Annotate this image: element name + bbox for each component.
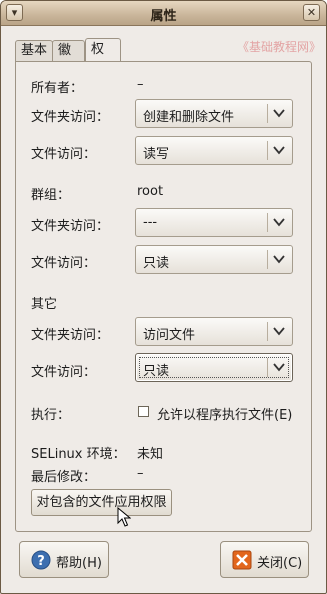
mouse-cursor-icon bbox=[117, 507, 131, 527]
chevron-down-icon bbox=[273, 327, 285, 336]
combo-separator bbox=[267, 250, 268, 269]
last-modified-value: – bbox=[137, 466, 144, 481]
owner-folder-access-dropdown[interactable]: 创建和删除文件 bbox=[135, 99, 293, 128]
owner-folder-access-value: 创建和删除文件 bbox=[143, 110, 235, 125]
chevron-down-icon bbox=[273, 146, 285, 155]
group-folder-access-dropdown[interactable]: --- bbox=[135, 208, 293, 237]
chevron-down-icon bbox=[273, 218, 285, 227]
help-icon: ? bbox=[31, 550, 51, 570]
chevron-down-icon bbox=[273, 109, 285, 118]
owner-file-access-value: 读写 bbox=[143, 147, 170, 162]
close-button[interactable]: 关闭(C) bbox=[220, 541, 309, 578]
window-title: 属性 bbox=[150, 9, 177, 24]
apply-to-contained-files-button[interactable]: 对包含的文件应用权限 bbox=[31, 489, 172, 516]
tab-permissions[interactable]: 权限 bbox=[85, 38, 121, 79]
tab-basic[interactable]: 基本 bbox=[15, 40, 53, 61]
execute-label: 执行： bbox=[31, 408, 71, 423]
owner-file-access-label: 文件访问： bbox=[31, 147, 97, 162]
owner-label: 所有者： bbox=[31, 81, 84, 96]
others-heading: 其它 bbox=[31, 297, 58, 312]
others-file-access-label: 文件访问： bbox=[31, 365, 97, 380]
close-button-label: 关闭(C) bbox=[257, 556, 303, 571]
combo-separator bbox=[267, 141, 268, 160]
others-file-access-dropdown[interactable]: 只读 bbox=[135, 353, 293, 382]
execute-checkbox[interactable] bbox=[138, 406, 149, 417]
others-folder-access-value: 访问文件 bbox=[143, 328, 196, 343]
selinux-value: 未知 bbox=[137, 447, 164, 462]
group-folder-access-label: 文件夹访问： bbox=[31, 219, 110, 234]
selinux-label: SELinux 环境： bbox=[31, 447, 126, 462]
chevron-down-icon bbox=[273, 363, 285, 372]
execute-checkbox-label[interactable]: 允许以程序执行文件(E) bbox=[157, 404, 292, 423]
combo-separator bbox=[267, 358, 268, 377]
svg-text:?: ? bbox=[37, 554, 45, 569]
group-file-access-label: 文件访问： bbox=[31, 256, 97, 271]
group-label: 群组： bbox=[31, 188, 71, 203]
owner-folder-access-label: 文件夹访问： bbox=[31, 110, 110, 125]
group-file-access-dropdown[interactable]: 只读 bbox=[135, 245, 293, 274]
help-button-label: 帮助(H) bbox=[56, 556, 102, 571]
titlebar: ▾ 属性 ✕ bbox=[1, 1, 326, 26]
owner-value: – bbox=[137, 77, 144, 92]
tab-emblems[interactable]: 徽标 bbox=[52, 40, 85, 77]
group-value: root bbox=[137, 184, 164, 199]
watermark: 《基础教程网》 bbox=[237, 40, 322, 54]
window-close-icon[interactable]: ✕ bbox=[303, 4, 320, 21]
others-folder-access-dropdown[interactable]: 访问文件 bbox=[135, 317, 293, 346]
combo-separator bbox=[267, 104, 268, 123]
properties-window: ▾ 属性 ✕ 基本 徽标 权限 《基础教程网》 所有者： – 文件夹访问： 创建… bbox=[0, 0, 327, 594]
help-button[interactable]: ? 帮助(H) bbox=[19, 541, 109, 578]
others-file-access-value: 只读 bbox=[143, 364, 170, 379]
combo-separator bbox=[267, 322, 268, 341]
group-folder-access-value: --- bbox=[143, 215, 158, 230]
group-file-access-value: 只读 bbox=[143, 256, 170, 271]
others-folder-access-label: 文件夹访问： bbox=[31, 328, 110, 343]
chevron-down-icon bbox=[273, 255, 285, 264]
last-modified-label: 最后修改： bbox=[31, 470, 97, 485]
owner-file-access-dropdown[interactable]: 读写 bbox=[135, 136, 293, 165]
close-x-icon bbox=[232, 550, 252, 570]
combo-separator bbox=[267, 213, 268, 232]
